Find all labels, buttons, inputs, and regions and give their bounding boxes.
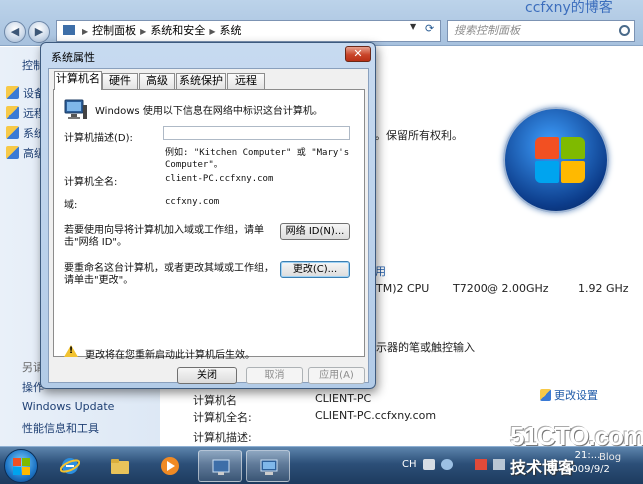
performance-info-link[interactable]: 性能信息和工具	[22, 420, 99, 436]
action-center-flag-icon[interactable]	[475, 459, 487, 470]
full-name-value: client-PC.ccfxny.com	[165, 174, 274, 184]
shield-icon	[6, 106, 19, 119]
tab-advanced[interactable]: 高级	[139, 73, 175, 89]
pen-touch-info: 示器的笔或触控输入	[376, 341, 475, 354]
full-computer-name-value: CLIENT-PC.ccfxny.com	[315, 409, 437, 422]
back-button[interactable]: ◀	[4, 21, 26, 43]
cpu-frequency: @ 2.00GHz	[487, 282, 549, 295]
tab-remote[interactable]: 远程	[227, 73, 265, 89]
tab-hardware[interactable]: 硬件	[102, 73, 138, 89]
start-logo-yellow	[22, 467, 30, 475]
search-icon[interactable]	[619, 25, 630, 36]
apply-button[interactable]: 应用(A)	[308, 367, 365, 384]
logo-flag-red	[535, 137, 559, 159]
full-computer-name-label: 计算机全名:	[193, 411, 252, 424]
media-player-icon	[161, 457, 179, 475]
shield-icon	[6, 146, 19, 159]
network-icon[interactable]	[493, 459, 505, 470]
blog-watermark: ccfxny的博客	[525, 0, 613, 16]
folder-icon	[111, 459, 129, 474]
windows-update-link[interactable]: Windows Update	[22, 400, 114, 413]
chevron-right-icon: ▶	[82, 27, 89, 36]
chevron-right-icon: ▶	[209, 27, 216, 36]
computer-icon	[64, 99, 87, 119]
chevron-down-icon[interactable]: ▼	[410, 22, 416, 31]
logo-flag-blue	[535, 161, 559, 183]
start-logo-green	[22, 458, 30, 466]
full-name-label: 计算机全名:	[64, 177, 118, 188]
shield-icon	[6, 86, 19, 99]
logo-flag-green	[561, 137, 585, 159]
network-id-button[interactable]: 网络 ID(N)...	[280, 223, 350, 240]
cpu-actual-frequency: 1.92 GHz	[578, 282, 629, 295]
computer-icon	[260, 459, 278, 475]
taskbar-control-panel[interactable]	[198, 450, 242, 482]
keyboard-icon[interactable]	[423, 459, 435, 470]
cpu-type: T7200	[453, 282, 488, 295]
network-id-text-2: 击"网络 ID"。	[64, 237, 128, 248]
breadcrumb-control-panel[interactable]: 控制面板	[92, 24, 136, 37]
close-button[interactable]: ✕	[345, 46, 371, 62]
clock-date: 2009/9/2	[565, 464, 610, 475]
shield-icon	[6, 126, 19, 139]
restart-warning-text: 更改将在您重新启动此计算机后生效。	[85, 350, 255, 361]
control-panel-icon	[63, 25, 75, 35]
close-dialog-button[interactable]: 关闭	[177, 367, 237, 384]
search-placeholder: 搜索控制面板	[454, 24, 520, 37]
rename-text-2: 请单击"更改"。	[64, 275, 134, 286]
address-bar[interactable]: ▶ 控制面板 ▶ 系统和安全 ▶ 系统	[56, 20, 441, 42]
computer-name-value-partial: CLIENT-PC	[315, 392, 372, 405]
change-settings-link[interactable]: 更改设置	[540, 387, 598, 403]
start-logo-red	[13, 458, 21, 466]
breadcrumb-security[interactable]: 系统和安全	[150, 24, 205, 37]
search-input[interactable]: 搜索控制面板	[447, 20, 635, 42]
intro-text: Windows 使用以下信息在网络中标识这台计算机。	[95, 106, 323, 117]
shield-icon	[540, 389, 551, 401]
change-settings-label: 更改设置	[554, 389, 598, 402]
warning-exclamation-icon: !	[69, 346, 74, 356]
description-label: 计算机描述(D):	[64, 133, 133, 144]
computer-description-input[interactable]	[163, 126, 350, 140]
cpu-model: TM)2 CPU	[376, 282, 430, 295]
change-button[interactable]: 更改(C)...	[280, 261, 350, 278]
tab-system-protection[interactable]: 系统保护	[176, 73, 226, 89]
control-panel-icon	[212, 459, 230, 475]
domain-label: 域:	[64, 200, 78, 211]
language-indicator[interactable]: CH	[402, 459, 417, 470]
refresh-icon[interactable]: ⟳	[425, 22, 434, 35]
forward-button[interactable]: ▶	[28, 21, 50, 43]
tab-computer-name[interactable]: 计算机名	[54, 71, 102, 90]
example-line-2: Computer"。	[165, 160, 223, 170]
dialog-title: 系统属性	[51, 51, 95, 64]
taskbar-media-player[interactable]	[148, 450, 192, 482]
start-logo-blue	[13, 467, 21, 475]
taskbar-ie[interactable]	[48, 450, 92, 482]
domain-value: ccfxny.com	[165, 197, 220, 207]
internet-explorer-icon	[60, 458, 80, 474]
clock-time: 21:...	[574, 450, 601, 461]
computer-description-label: 计算机描述:	[193, 431, 252, 444]
computer-name-label-partial: 计算机名	[193, 394, 237, 407]
system-properties-dialog: 系统属性 ✕ 计算机名 硬件 高级 系统保护 远程 Windows 使用以下信息…	[40, 42, 376, 389]
logo-flag-yellow	[561, 161, 585, 183]
taskbar-system-properties[interactable]	[246, 450, 290, 482]
breadcrumb-system[interactable]: 系统	[219, 24, 241, 37]
copyright-text: 。保留所有权利。	[375, 129, 463, 142]
cancel-button[interactable]: 取消	[246, 367, 303, 384]
computer-name-panel: Windows 使用以下信息在网络中标识这台计算机。 计算机描述(D): 例如:…	[53, 89, 365, 361]
chevron-right-icon: ▶	[140, 27, 147, 36]
rating-link[interactable]: 用	[375, 263, 386, 279]
help-icon[interactable]	[441, 459, 453, 470]
system-clock[interactable]: 21:... 2009/9/2	[565, 449, 610, 477]
start-button[interactable]	[4, 449, 38, 483]
taskbar-explorer[interactable]	[98, 450, 142, 482]
explorer-titlebar: ◀ ▶ ▶ 控制面板 ▶ 系统和安全 ▶ 系统 ▼ ⟳ 搜索控制面板 ccfxny的博客	[0, 0, 643, 46]
windows-logo-icon	[503, 107, 609, 213]
site-watermark: 51CTO.com	[510, 421, 643, 451]
